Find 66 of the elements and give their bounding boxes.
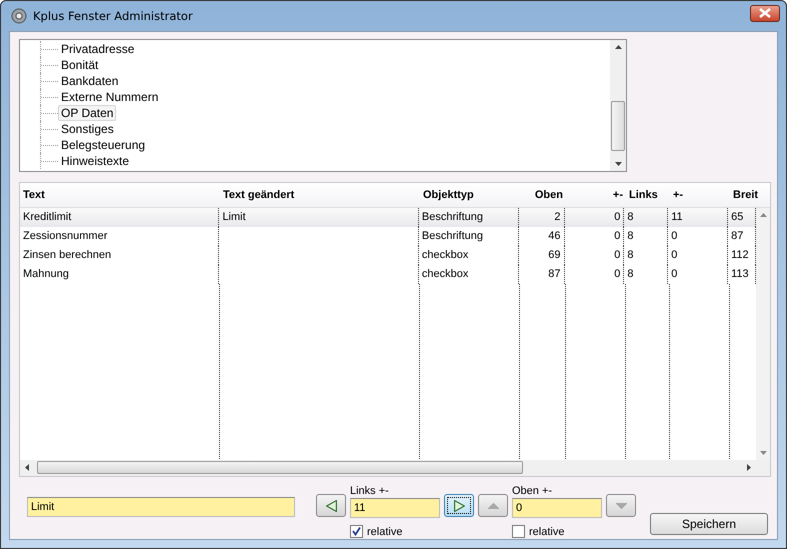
table-cell: 46 <box>518 227 564 246</box>
table-row[interactable]: Kreditlimit Limit Beschriftung 2 0 8 11 65 <box>20 208 756 227</box>
table-cell: Limit <box>219 208 419 227</box>
oben-field[interactable]: 0 <box>512 498 602 518</box>
column-header[interactable]: Text <box>20 189 220 201</box>
table-cell: 8 <box>624 265 668 284</box>
column-header[interactable]: Objekttyp <box>420 189 520 201</box>
tree-item[interactable]: Privatadresse <box>58 41 138 57</box>
column-header[interactable]: Breit <box>730 189 758 201</box>
close-button[interactable] <box>750 4 780 22</box>
table-cell: Mahnung <box>20 265 220 284</box>
table-cell: 2 <box>518 208 564 227</box>
up-arrow-icon <box>488 502 498 508</box>
table-cell: 0 <box>668 227 728 246</box>
table-cell: 0 <box>564 208 624 227</box>
column-header[interactable]: Text geändert <box>220 189 420 201</box>
scroll-bar[interactable] <box>610 40 626 171</box>
table-cell: Beschriftung <box>418 208 519 227</box>
right-arrow-icon <box>454 500 464 512</box>
text-field[interactable]: Limit <box>27 497 295 517</box>
links-field[interactable]: 11 <box>350 498 440 518</box>
column-header[interactable]: Oben <box>520 189 566 201</box>
table-cell: Beschriftung <box>418 227 519 246</box>
close-icon <box>758 8 772 18</box>
tree-item[interactable]: Belegsteuerung <box>58 137 148 153</box>
table-cell: Zessionsnummer <box>20 227 220 246</box>
column-header[interactable]: Links <box>626 189 670 201</box>
table-cell: checkbox <box>418 246 519 265</box>
tree-item[interactable]: OP Daten <box>58 105 116 121</box>
table-cell: 8 <box>624 246 668 265</box>
table-cell: 11 <box>668 208 728 227</box>
table-cell: 0 <box>668 246 728 265</box>
field-label: Oben +- <box>512 485 554 497</box>
window-title: Kplus Fenster Administrator <box>33 9 194 23</box>
relative-checkbox[interactable]: relative <box>350 525 440 538</box>
right-button[interactable] <box>444 494 474 517</box>
column-header[interactable]: +- <box>670 189 730 201</box>
table-cell: 8 <box>624 208 668 227</box>
table-cell: Zinsen berechnen <box>20 246 220 265</box>
tree-item[interactable]: Bankdaten <box>58 73 122 89</box>
table-cell: 0 <box>564 227 624 246</box>
down-arrow-icon <box>616 502 626 508</box>
scroll-down-icon[interactable] <box>614 162 622 166</box>
column-header[interactable]: +- <box>566 189 626 201</box>
tree-item[interactable]: Sonstiges <box>58 121 117 137</box>
scroll-up-icon[interactable] <box>614 45 622 49</box>
save-button[interactable]: Speichern <box>650 513 768 535</box>
table-cell: 0 <box>564 265 624 284</box>
table-cell: 87 <box>518 265 564 284</box>
scroll-left-icon[interactable] <box>25 464 29 471</box>
left-arrow-icon <box>326 500 336 512</box>
left-button[interactable] <box>316 494 346 517</box>
scroll-right-icon[interactable] <box>747 464 751 471</box>
scroll-bar[interactable] <box>20 460 770 476</box>
table-cell: Kreditlimit <box>20 208 220 227</box>
field-label: Links +- <box>350 485 390 497</box>
table-cell: 69 <box>518 246 564 265</box>
tree-item[interactable]: Externe Nummern <box>58 89 162 105</box>
check-icon <box>351 526 362 537</box>
tree-item[interactable]: Hinweistexte <box>58 153 132 169</box>
table-cell: 0 <box>668 265 728 284</box>
table-cell: checkbox <box>418 265 519 284</box>
relative-checkbox[interactable]: relative <box>512 525 602 538</box>
table-cell: 0 <box>564 246 624 265</box>
table-cell: 8 <box>624 227 668 246</box>
tree-item[interactable]: Bonität <box>58 57 102 73</box>
